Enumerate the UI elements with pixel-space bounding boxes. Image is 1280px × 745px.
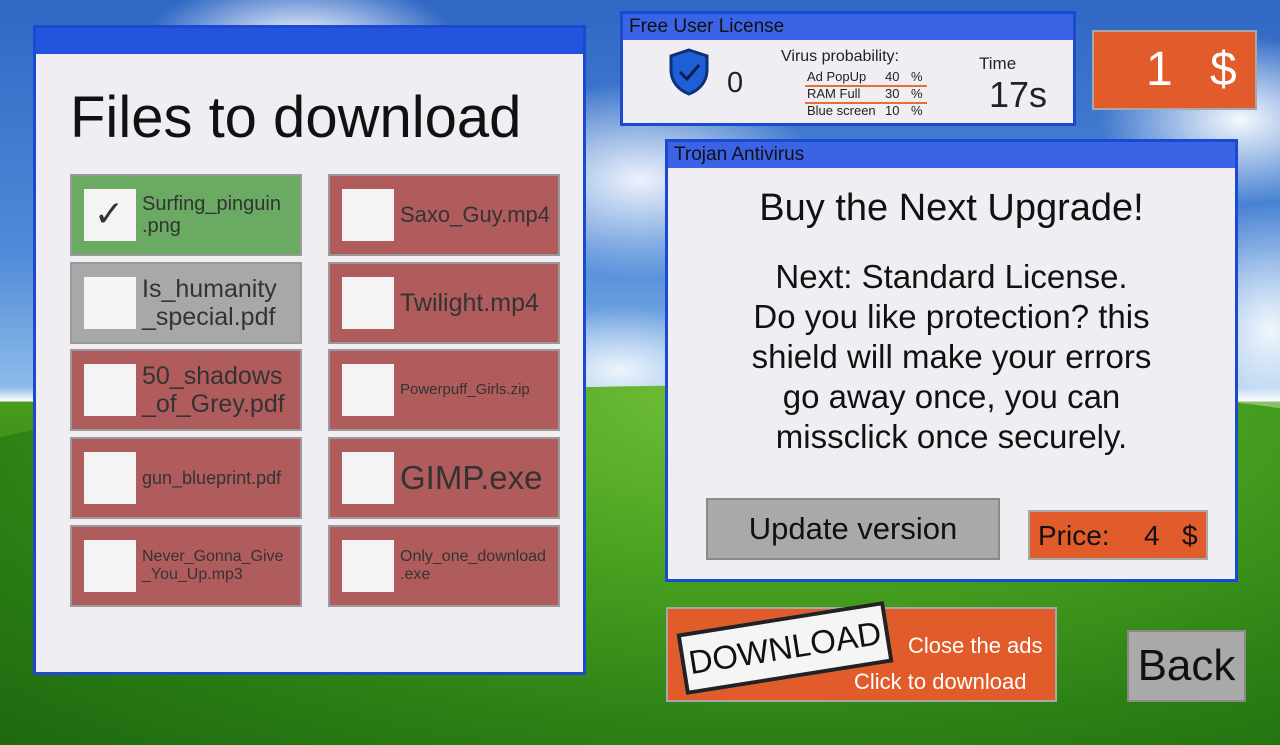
file-checkbox[interactable] [342, 540, 394, 592]
file-checkbox[interactable] [84, 277, 136, 329]
file-item[interactable]: Only_one_download .exe [328, 525, 560, 607]
file-item[interactable]: ✓ Surfing_pinguin .png [70, 174, 302, 256]
virus-row-value: 30 [885, 86, 900, 101]
shield-count: 0 [727, 67, 744, 99]
files-title: Files to download [70, 85, 522, 150]
file-item[interactable]: Saxo_Guy.mp4 [328, 174, 560, 256]
price-tag: Price: 4 $ [1028, 510, 1208, 560]
close-ads-text: Close the ads [908, 633, 1043, 658]
upgrade-heading: Buy the Next Upgrade! [759, 187, 1144, 229]
download-button[interactable]: DOWNLOAD Close the ads Click to download [666, 600, 1057, 702]
virus-row-label: RAM Full [807, 86, 861, 101]
virus-row: RAM Full 30 % [807, 86, 925, 101]
price-label: Price: [1038, 520, 1110, 551]
upgrade-description: Next: Standard License. Do you like prot… [751, 258, 1152, 455]
virus-row-unit: % [911, 103, 923, 118]
check-mark-icon: ✓ [94, 193, 125, 234]
file-name: 50_shadows _of_Grey.pdf [142, 362, 285, 418]
file-checkbox[interactable] [342, 189, 394, 241]
file-name: Surfing_pinguin .png [142, 192, 281, 237]
money-amount: 1 [1146, 43, 1173, 96]
file-checkbox[interactable] [84, 452, 136, 504]
price-currency: $ [1182, 520, 1198, 551]
money-currency: $ [1210, 43, 1237, 96]
antivirus-title: Trojan Antivirus [668, 142, 1235, 168]
virus-row-value: 40 [885, 69, 900, 84]
file-checkbox[interactable] [342, 364, 394, 416]
price-value: 4 [1144, 520, 1160, 551]
virus-row-label: Blue screen [807, 103, 876, 118]
file-item[interactable]: 50_shadows _of_Grey.pdf [70, 349, 302, 431]
file-checkbox[interactable] [342, 452, 394, 504]
license-title: Free User License [623, 14, 1073, 40]
file-checkbox[interactable] [342, 277, 394, 329]
time-value: 17s [989, 74, 1048, 115]
file-checkbox[interactable] [84, 540, 136, 592]
virus-row-unit: % [911, 86, 923, 101]
virus-probability-title: Virus probability: [781, 48, 899, 65]
file-name: Is_humanity _special.pdf [142, 275, 277, 331]
virus-row-unit: % [911, 69, 923, 84]
virus-row: Blue screen 10 % [807, 103, 925, 118]
update-version-button[interactable]: Update version [706, 498, 1000, 560]
file-name: Twilight.mp4 [400, 289, 539, 317]
virus-row-label: Ad PopUp [807, 69, 867, 84]
money-display: 1 $ [1092, 30, 1257, 110]
file-item[interactable]: Powerpuff_Girls.zip [328, 349, 560, 431]
shield-check-icon [669, 48, 709, 96]
virus-row: Ad PopUp 40 % [807, 69, 925, 84]
time-label: Time [979, 54, 1017, 73]
file-checkbox[interactable] [84, 364, 136, 416]
file-item[interactable]: Is_humanity _special.pdf [70, 262, 302, 344]
file-name: Never_Gonna_Give _You_Up.mp3 [142, 548, 284, 583]
license-panel: Free User License 0 Virus probability: A… [620, 11, 1076, 126]
virus-row-value: 10 [885, 103, 900, 118]
file-name: GIMP.exe [400, 458, 543, 496]
file-checkbox[interactable]: ✓ [84, 189, 136, 241]
file-item[interactable]: GIMP.exe [328, 437, 560, 519]
click-to-download-text: Click to download [854, 669, 1027, 694]
files-window-titlebar [36, 28, 583, 54]
file-item[interactable]: Twilight.mp4 [328, 262, 560, 344]
file-item[interactable]: gun_blueprint.pdf [70, 437, 302, 519]
file-name: Powerpuff_Girls.zip [400, 380, 530, 398]
file-name: gun_blueprint.pdf [142, 467, 282, 488]
file-name: Saxo_Guy.mp4 [400, 201, 551, 227]
back-button[interactable]: Back [1127, 630, 1246, 702]
file-item[interactable]: Never_Gonna_Give _You_Up.mp3 [70, 525, 302, 607]
file-name: Only_one_download .exe [400, 548, 546, 583]
files-window: Files to download ✓ Surfing_pinguin .png… [33, 25, 586, 675]
antivirus-window: Trojan Antivirus Buy the Next Upgrade! N… [665, 139, 1238, 582]
